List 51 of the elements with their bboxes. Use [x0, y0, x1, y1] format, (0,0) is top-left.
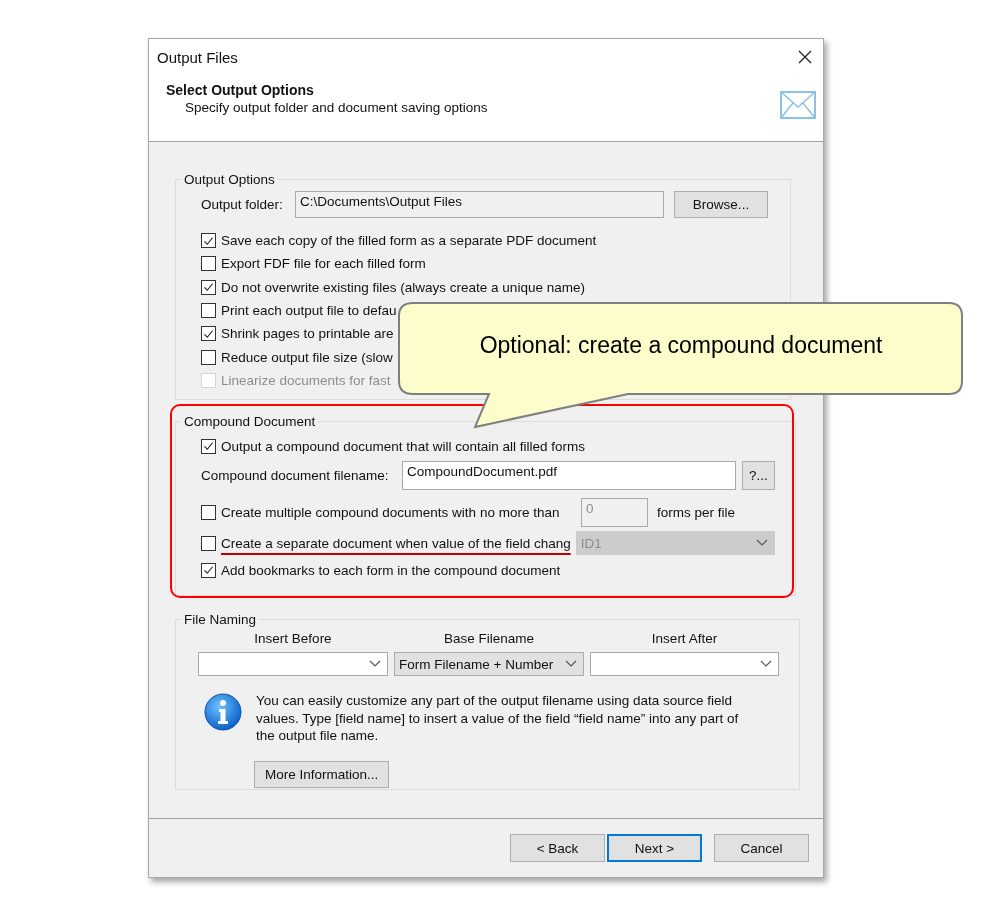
checkbox-label: Export FDF file for each filled form [221, 256, 426, 272]
more-information-button[interactable]: More Information... [254, 760, 390, 788]
column-label: Insert Before [253, 631, 333, 646]
field-label: Output folder: [201, 197, 284, 212]
browse-button[interactable]: Browse... [674, 191, 768, 218]
page-subtitle: Specify output folder and document saving options [185, 100, 488, 115]
checkbox-label: Shrink pages to printable are [221, 326, 394, 342]
caret-icon [756, 539, 768, 547]
group-title: Compound Document [183, 414, 317, 429]
checkbox-label: Do not overwrite existing files (always create a unique name) [221, 279, 585, 295]
field-label: Compound document filename: [201, 468, 390, 483]
column-label: Base Filename [442, 631, 535, 646]
checkbox-label: Create a separate document when value of the field chang [221, 535, 571, 551]
checkbox[interactable] [201, 256, 216, 272]
checkbox-label: Add bookmarks to each form in the compound document [221, 562, 561, 578]
checkbox[interactable] [201, 535, 216, 551]
folder-field[interactable]: C:\Documents\Output Files [295, 191, 664, 218]
filename-dropdown[interactable]: Form Filename + Number [394, 652, 584, 676]
page-title: Select Output Options [166, 82, 315, 98]
checkbox[interactable] [201, 233, 216, 249]
callout-text: Optional: create a compound document [478, 332, 884, 359]
close-icon[interactable] [797, 49, 813, 65]
caret-icon [369, 660, 381, 668]
caret-icon [760, 660, 772, 668]
envelope-icon [780, 91, 816, 119]
back-button[interactable]: < Back [510, 834, 605, 862]
group-title: Output Options [183, 172, 276, 187]
info-icon [204, 692, 242, 732]
checkbox-label: Output a compound document that will contain all filled forms [221, 438, 585, 454]
checkbox-label: Linearize documents for fast [221, 372, 391, 388]
checkbox-label: Save each copy of the filled form as a separate PDF document [221, 233, 597, 249]
checkbox[interactable] [201, 303, 216, 319]
checkbox-label: Print each output file to defau [221, 303, 397, 319]
next-button[interactable]: Next > [607, 834, 702, 862]
group-title: File Naming [183, 612, 258, 627]
info-text: You can easily customize any part of the output filename using data source field values. Type [field name] to insert a value of the field “field name” into any part of the output file name. [256, 692, 740, 745]
checkbox[interactable] [201, 279, 216, 295]
checkbox[interactable] [201, 505, 216, 520]
cancel-button[interactable]: Cancel [714, 834, 809, 862]
field-suffix: forms per file [657, 505, 736, 520]
checkbox-label: Reduce output file size (slow [221, 349, 393, 365]
column-label: Insert After [650, 631, 719, 646]
checkbox[interactable] [201, 326, 216, 342]
checkbox-label: Create multiple compound documents with no more than [221, 505, 561, 520]
caret-icon [565, 660, 577, 668]
browse-button[interactable]: ?... [742, 461, 775, 490]
checkbox[interactable] [201, 438, 216, 454]
filename-field[interactable]: CompoundDocument.pdf [402, 461, 736, 490]
checkbox[interactable] [201, 562, 216, 578]
checkbox[interactable] [201, 349, 216, 365]
window-title: Output Files [157, 48, 238, 66]
